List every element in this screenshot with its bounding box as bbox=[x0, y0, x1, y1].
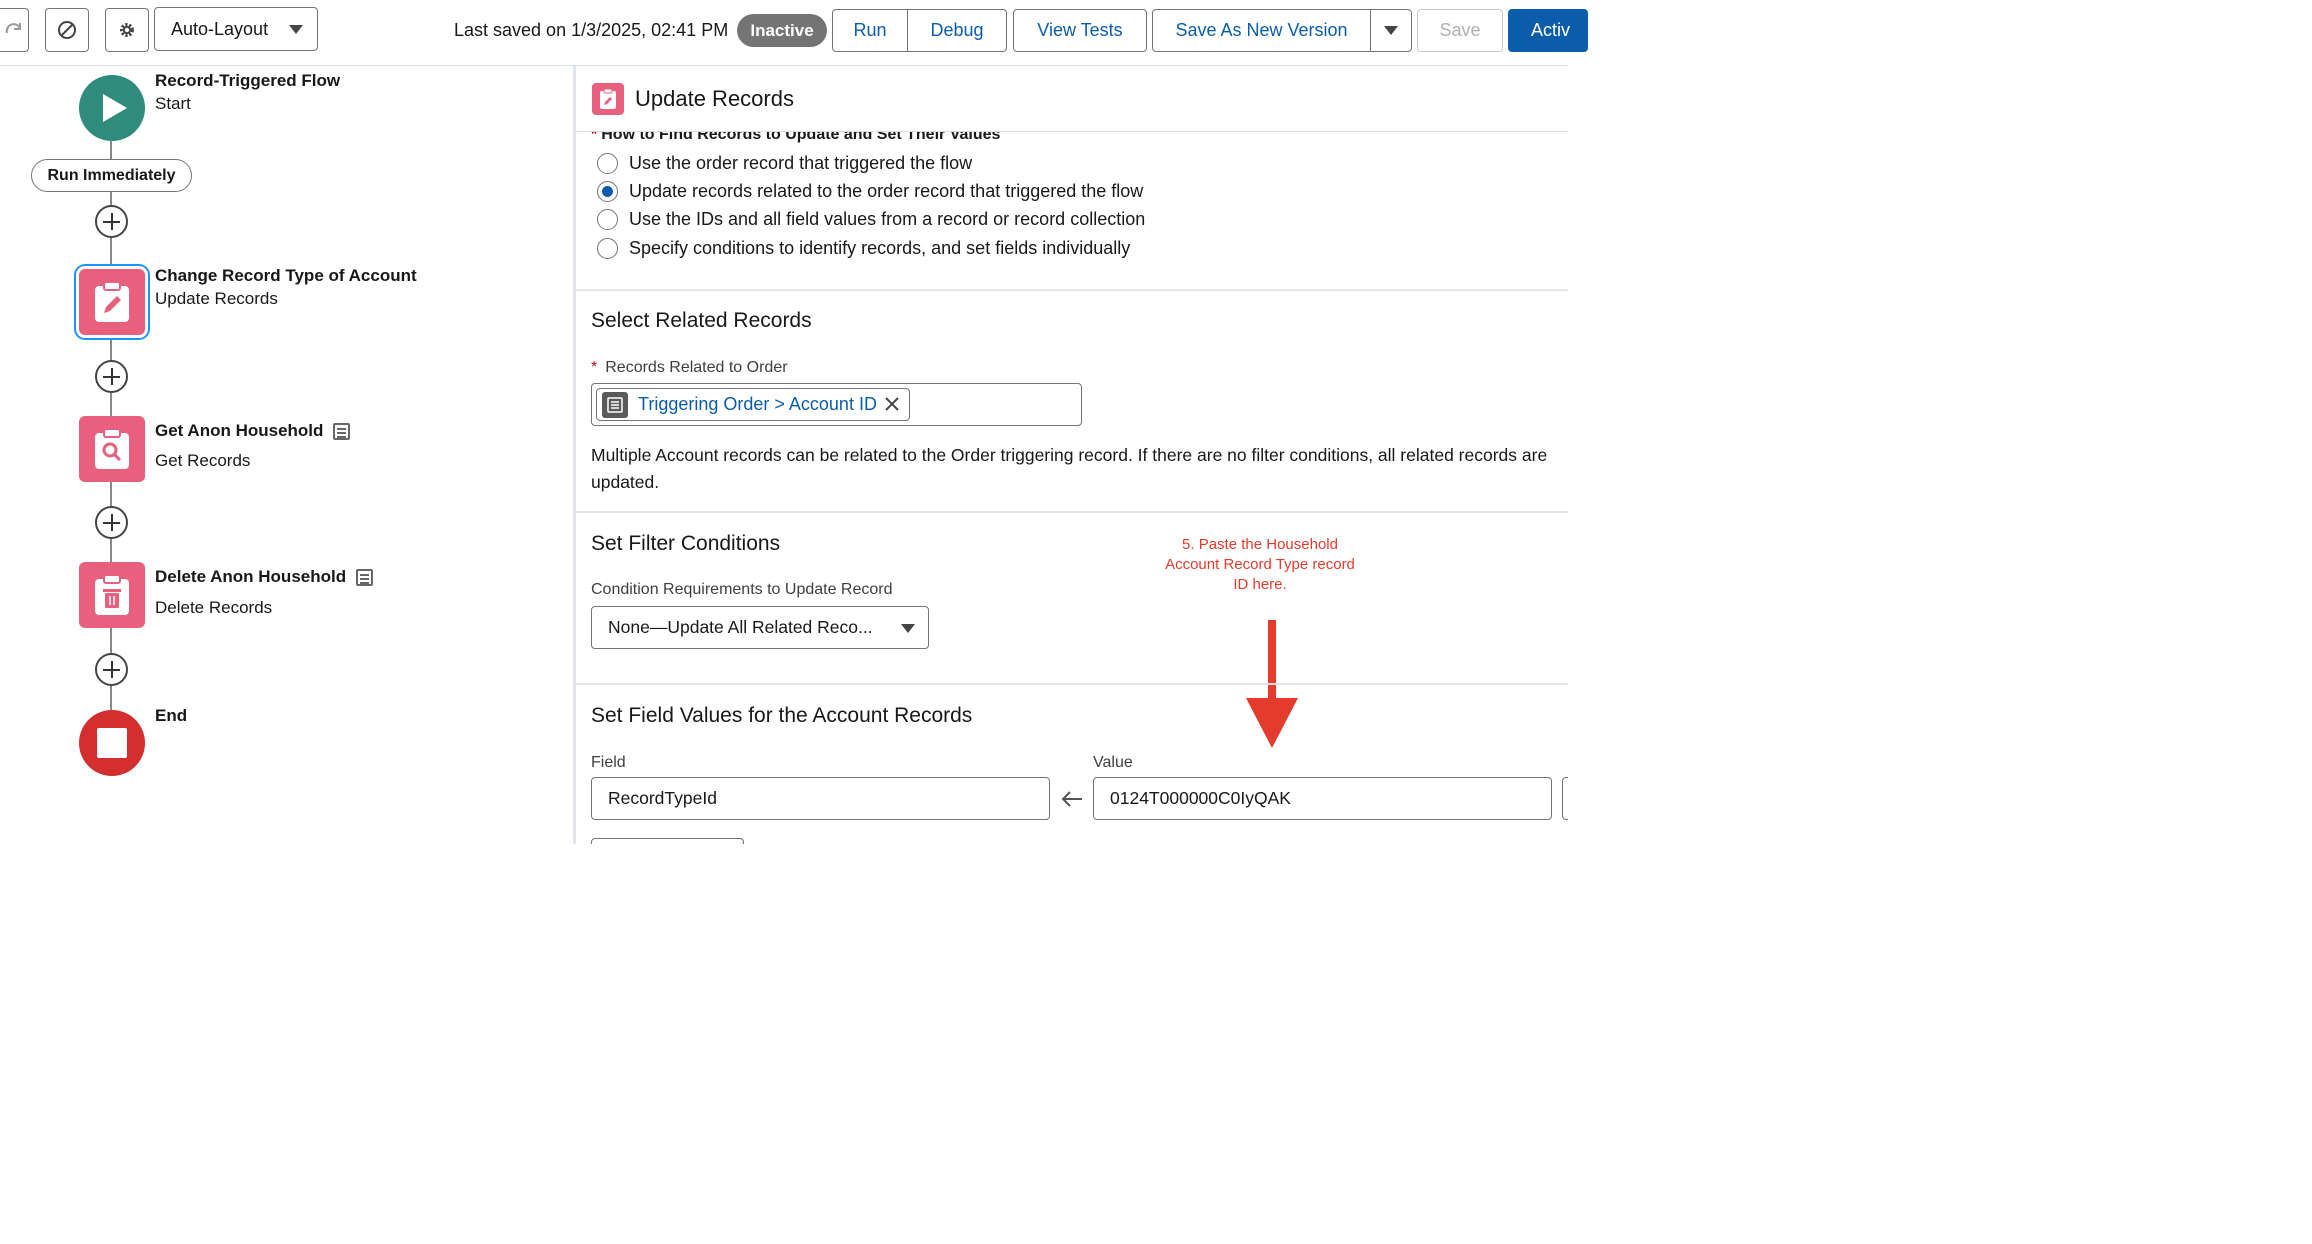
stop-icon bbox=[97, 728, 127, 758]
chevron-down-icon bbox=[289, 25, 303, 34]
flow-node-get-records[interactable] bbox=[79, 416, 145, 482]
arrow-left-icon bbox=[1061, 791, 1082, 807]
condition-requirements-select[interactable]: None—Update All Related Reco... bbox=[591, 606, 929, 649]
chevron-down-icon bbox=[901, 624, 915, 633]
annotation-arrow-icon bbox=[1246, 620, 1298, 748]
tutorial-annotation-text: 5. Paste the Household Account Record Ty… bbox=[1165, 536, 1355, 593]
flow-end-node[interactable] bbox=[79, 710, 145, 776]
radio-option[interactable]: Update records related to the order reco… bbox=[597, 181, 1143, 202]
panel-header: Update Records bbox=[576, 66, 1568, 132]
save-button[interactable]: Save bbox=[1417, 9, 1503, 52]
play-icon bbox=[103, 94, 127, 122]
close-icon[interactable] bbox=[883, 395, 901, 418]
layout-dropdown-label: Auto-Layout bbox=[171, 18, 269, 39]
radio-label: Use the order record that triggered the … bbox=[629, 153, 973, 173]
ban-icon bbox=[58, 21, 76, 39]
delete-records-icon bbox=[95, 574, 129, 615]
radio-option[interactable]: Use the IDs and all field values from a … bbox=[597, 209, 1145, 230]
field-column-label: Field bbox=[591, 754, 626, 771]
add-element-button[interactable] bbox=[95, 360, 128, 393]
section-divider bbox=[576, 289, 1568, 291]
node-title: Delete Anon Household bbox=[155, 567, 347, 586]
section-title-filter: Set Filter Conditions bbox=[591, 532, 781, 555]
radio-option[interactable]: Specify conditions to identify records, … bbox=[597, 238, 1130, 259]
field-input[interactable]: RecordTypeId bbox=[591, 777, 1050, 820]
radio-option[interactable]: Use the order record that triggered the … bbox=[597, 153, 972, 174]
flow-start-node[interactable] bbox=[79, 75, 145, 141]
records-related-label-text: Records Related to Order bbox=[605, 359, 788, 376]
start-node-subtitle: Start bbox=[155, 94, 191, 113]
activate-button[interactable]: Activ bbox=[1508, 9, 1588, 52]
chevron-down-icon bbox=[1384, 26, 1398, 35]
gear-icon bbox=[120, 23, 134, 37]
radio-button-selected[interactable] bbox=[597, 181, 618, 202]
section-title-field-values: Set Field Values for the Account Records bbox=[591, 704, 973, 727]
radio-button[interactable] bbox=[597, 209, 618, 230]
run-button[interactable]: Run bbox=[832, 9, 908, 52]
node-title: Get Anon Household bbox=[155, 421, 324, 440]
node-title-row: Get Anon Household bbox=[155, 421, 351, 441]
save-as-new-version-button[interactable]: Save As New Version bbox=[1152, 9, 1371, 52]
section-divider bbox=[576, 683, 1568, 685]
layout-dropdown[interactable]: Auto-Layout bbox=[154, 7, 318, 51]
records-related-label: * Records Related to Order bbox=[591, 359, 788, 377]
tutorial-annotation: 5. Paste the Household Account Record Ty… bbox=[1161, 535, 1359, 595]
update-records-icon bbox=[592, 83, 624, 115]
last-saved-text: Last saved on 1/3/2025, 02:41 PM bbox=[454, 20, 729, 40]
remove-row-button[interactable] bbox=[1562, 777, 1568, 820]
flow-node-update-records[interactable] bbox=[79, 269, 145, 335]
node-subtitle: Get Records bbox=[155, 451, 251, 470]
radio-label: Specify conditions to identify records, … bbox=[629, 238, 1131, 258]
value-column-label: Value bbox=[1093, 754, 1133, 771]
radio-label: Update records related to the order reco… bbox=[629, 181, 1144, 201]
view-tests-button[interactable]: View Tests bbox=[1013, 9, 1147, 52]
radio-label: Use the IDs and all field values from a … bbox=[629, 209, 1146, 229]
add-element-button[interactable] bbox=[95, 506, 128, 539]
status-badge: Inactive bbox=[737, 14, 827, 47]
condition-requirements-value: None—Update All Related Reco... bbox=[608, 617, 873, 637]
settings-button[interactable] bbox=[105, 8, 149, 52]
node-subtitle: Delete Records bbox=[155, 598, 273, 617]
records-related-input[interactable]: Triggering Order > Account ID bbox=[591, 383, 1082, 426]
panel-title: Update Records bbox=[635, 86, 794, 111]
condition-requirements-label: Condition Requirements to Update Record bbox=[591, 581, 893, 598]
properties-panel: Update Records * How to Find Records to U… bbox=[576, 66, 1568, 844]
node-subtitle: Update Records bbox=[155, 289, 278, 308]
add-field-button[interactable] bbox=[591, 838, 744, 844]
redo-button[interactable] bbox=[0, 8, 29, 52]
node-title-row: Delete Anon Household bbox=[155, 567, 374, 587]
redo-icon bbox=[5, 23, 21, 34]
toolbar: Auto-Layout Last saved on 1/3/2025, 02:4… bbox=[0, 0, 1588, 66]
resource-pill-label: Triggering Order > Account ID bbox=[638, 394, 877, 414]
save-options-dropdown[interactable] bbox=[1370, 9, 1412, 52]
end-node-title: End bbox=[155, 706, 188, 725]
run-immediately-path-label[interactable]: Run Immediately bbox=[31, 159, 192, 192]
section-title-select-related: Select Related Records bbox=[591, 309, 812, 332]
value-input[interactable]: 0124T000000C0IyQAK bbox=[1093, 777, 1552, 820]
get-records-icon bbox=[95, 428, 129, 469]
required-marker: * bbox=[591, 359, 598, 376]
description-icon[interactable] bbox=[333, 422, 351, 440]
related-records-help-text: Multiple Account records can be related … bbox=[591, 445, 1548, 492]
connector-line bbox=[110, 141, 112, 159]
update-records-icon bbox=[95, 281, 129, 322]
add-element-button[interactable] bbox=[95, 205, 128, 238]
description-icon[interactable] bbox=[356, 568, 374, 586]
resource-pill[interactable]: Triggering Order > Account ID bbox=[596, 388, 910, 421]
record-list-icon bbox=[602, 391, 628, 418]
debug-button[interactable]: Debug bbox=[907, 9, 1007, 52]
node-title: Change Record Type of Account bbox=[155, 266, 417, 285]
add-element-button[interactable] bbox=[95, 653, 128, 686]
start-node-title: Record-Triggered Flow bbox=[155, 71, 341, 90]
section-divider bbox=[576, 511, 1568, 513]
radio-button[interactable] bbox=[597, 238, 618, 259]
radio-button[interactable] bbox=[597, 153, 618, 174]
disable-button[interactable] bbox=[45, 8, 89, 52]
flow-node-delete-records[interactable] bbox=[79, 562, 145, 628]
